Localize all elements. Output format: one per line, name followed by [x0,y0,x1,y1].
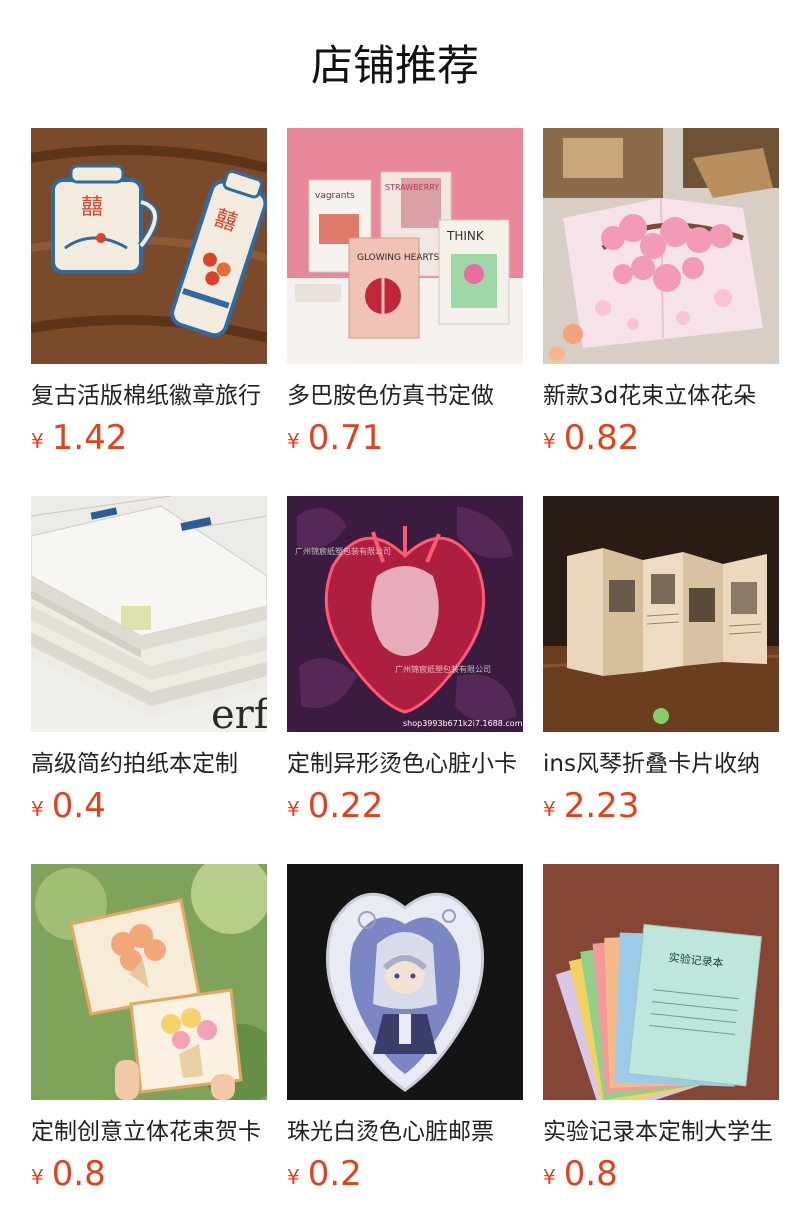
product-image[interactable] [543,496,779,732]
product-card[interactable]: 定制创意立体花束贺卡 ¥0.8 [31,864,267,1194]
product-price: ¥1.42 [31,418,127,458]
stacked-notepads-image: erfe [31,496,267,732]
currency-symbol: ¥ [287,429,300,453]
price-amount: 2.23 [563,786,640,826]
cherry-blossom-popup-card-image [543,128,779,364]
price-amount: 0.4 [51,786,106,826]
product-name[interactable]: 多巴胺色仿真书定做 [287,379,523,413]
currency-symbol: ¥ [31,1165,44,1189]
product-card[interactable]: 囍 囍 复古活版棉纸徽章旅行 ¥1.42 [31,128,267,458]
colorful-mini-books-image: vagrants STRAWBERRY GLOWING HEARTS THINK [287,128,523,364]
svg-text:erfe: erfe [211,692,267,732]
product-card[interactable]: 广州锦宸纸塑包装有限公司 广州锦宸纸塑包装有限公司 shop3993b671k2… [287,496,523,826]
product-price: ¥0.4 [31,786,106,826]
currency-symbol: ¥ [287,797,300,821]
svg-text:shop3993b671k2i7.1688.com: shop3993b671k2i7.1688.com [403,719,523,728]
price-amount: 1.42 [51,418,128,458]
price-amount: 0.8 [563,1154,618,1194]
product-card[interactable]: 珠光白烫色心脏邮票 ¥0.2 [287,864,523,1194]
product-name[interactable]: 高级简约拍纸本定制 [31,747,267,781]
product-card[interactable]: 实验记录本 实验记录本定制大学生 ¥0.8 [543,864,779,1194]
double-happiness-glyph: 囍 [81,195,103,220]
product-image[interactable] [543,128,779,364]
product-image[interactable]: 囍 囍 [31,128,267,364]
currency-symbol: ¥ [543,797,556,821]
product-price: ¥0.82 [543,418,639,458]
product-price: ¥0.2 [287,1154,362,1194]
price-amount: 0.71 [307,418,384,458]
page-title: 店铺推荐 [310,41,479,90]
shop-recommend-page: 店铺推荐 囍 囍 复古活版棉纸徽章旅行 ¥ 1.42 vagrants STRA… [0,0,790,1232]
product-price: ¥0.22 [287,786,383,826]
svg-text:STRAWBERRY: STRAWBERRY [385,183,439,192]
svg-text:THINK: THINK [446,229,485,243]
product-name[interactable]: 新款3d花束立体花朵 [543,379,779,413]
currency-symbol: ¥ [31,797,44,821]
price-amount: 0.82 [563,418,640,458]
colorful-notebooks-fan-image: 实验记录本 [543,864,779,1100]
product-image[interactable]: 广州锦宸纸塑包装有限公司 广州锦宸纸塑包装有限公司 shop3993b671k2… [287,496,523,732]
price-amount: 0.22 [307,786,384,826]
product-price: ¥0.71 [287,418,383,458]
price-amount: 0.2 [307,1154,362,1194]
product-card[interactable]: 新款3d花束立体花朵 ¥0.82 [543,128,779,458]
currency-symbol: ¥ [543,429,556,453]
accordion-photo-cards-image [543,496,779,732]
red-glowing-heart-card-image: 广州锦宸纸塑包装有限公司 广州锦宸纸塑包装有限公司 shop3993b671k2… [287,496,523,732]
svg-text:vagrants: vagrants [315,191,355,201]
anime-heart-sticker-image [287,864,523,1100]
product-card[interactable]: erfe 高级简约拍纸本定制 ¥0.4 [31,496,267,826]
product-name[interactable]: 复古活版棉纸徽章旅行 [31,379,267,413]
product-price: ¥0.8 [31,1154,106,1194]
flower-bouquet-popup-cards-image [31,864,267,1100]
currency-symbol: ¥ [543,1165,556,1189]
product-name[interactable]: 实验记录本定制大学生 [543,1115,779,1149]
price-amount: 0.8 [51,1154,106,1194]
product-price: ¥0.8 [543,1154,618,1194]
currency-symbol: ¥ [31,429,44,453]
product-image[interactable]: erfe [31,496,267,732]
svg-text:GLOWING HEARTS: GLOWING HEARTS [357,253,440,263]
svg-text:广州锦宸纸塑包装有限公司: 广州锦宸纸塑包装有限公司 [295,546,391,556]
product-image[interactable] [31,864,267,1100]
product-name[interactable]: ins风琴折叠卡片收纳 [543,747,779,781]
product-image[interactable]: 实验记录本 [543,864,779,1100]
product-image[interactable]: vagrants STRAWBERRY GLOWING HEARTS THINK [287,128,523,364]
product-name[interactable]: 定制创意立体花束贺卡 [31,1115,267,1149]
product-name[interactable]: 定制异形烫色心脏小卡 [287,747,523,781]
product-name[interactable]: 珠光白烫色心脏邮票 [287,1115,523,1149]
product-price: ¥2.23 [543,786,639,826]
retro-mug-thermos-stickers-image: 囍 囍 [31,128,267,364]
product-card[interactable]: ins风琴折叠卡片收纳 ¥2.23 [543,496,779,826]
product-card[interactable]: vagrants STRAWBERRY GLOWING HEARTS THINK [287,128,523,458]
currency-symbol: ¥ [287,1165,300,1189]
product-image[interactable] [287,864,523,1100]
svg-text:广州锦宸纸塑包装有限公司: 广州锦宸纸塑包装有限公司 [395,664,491,674]
